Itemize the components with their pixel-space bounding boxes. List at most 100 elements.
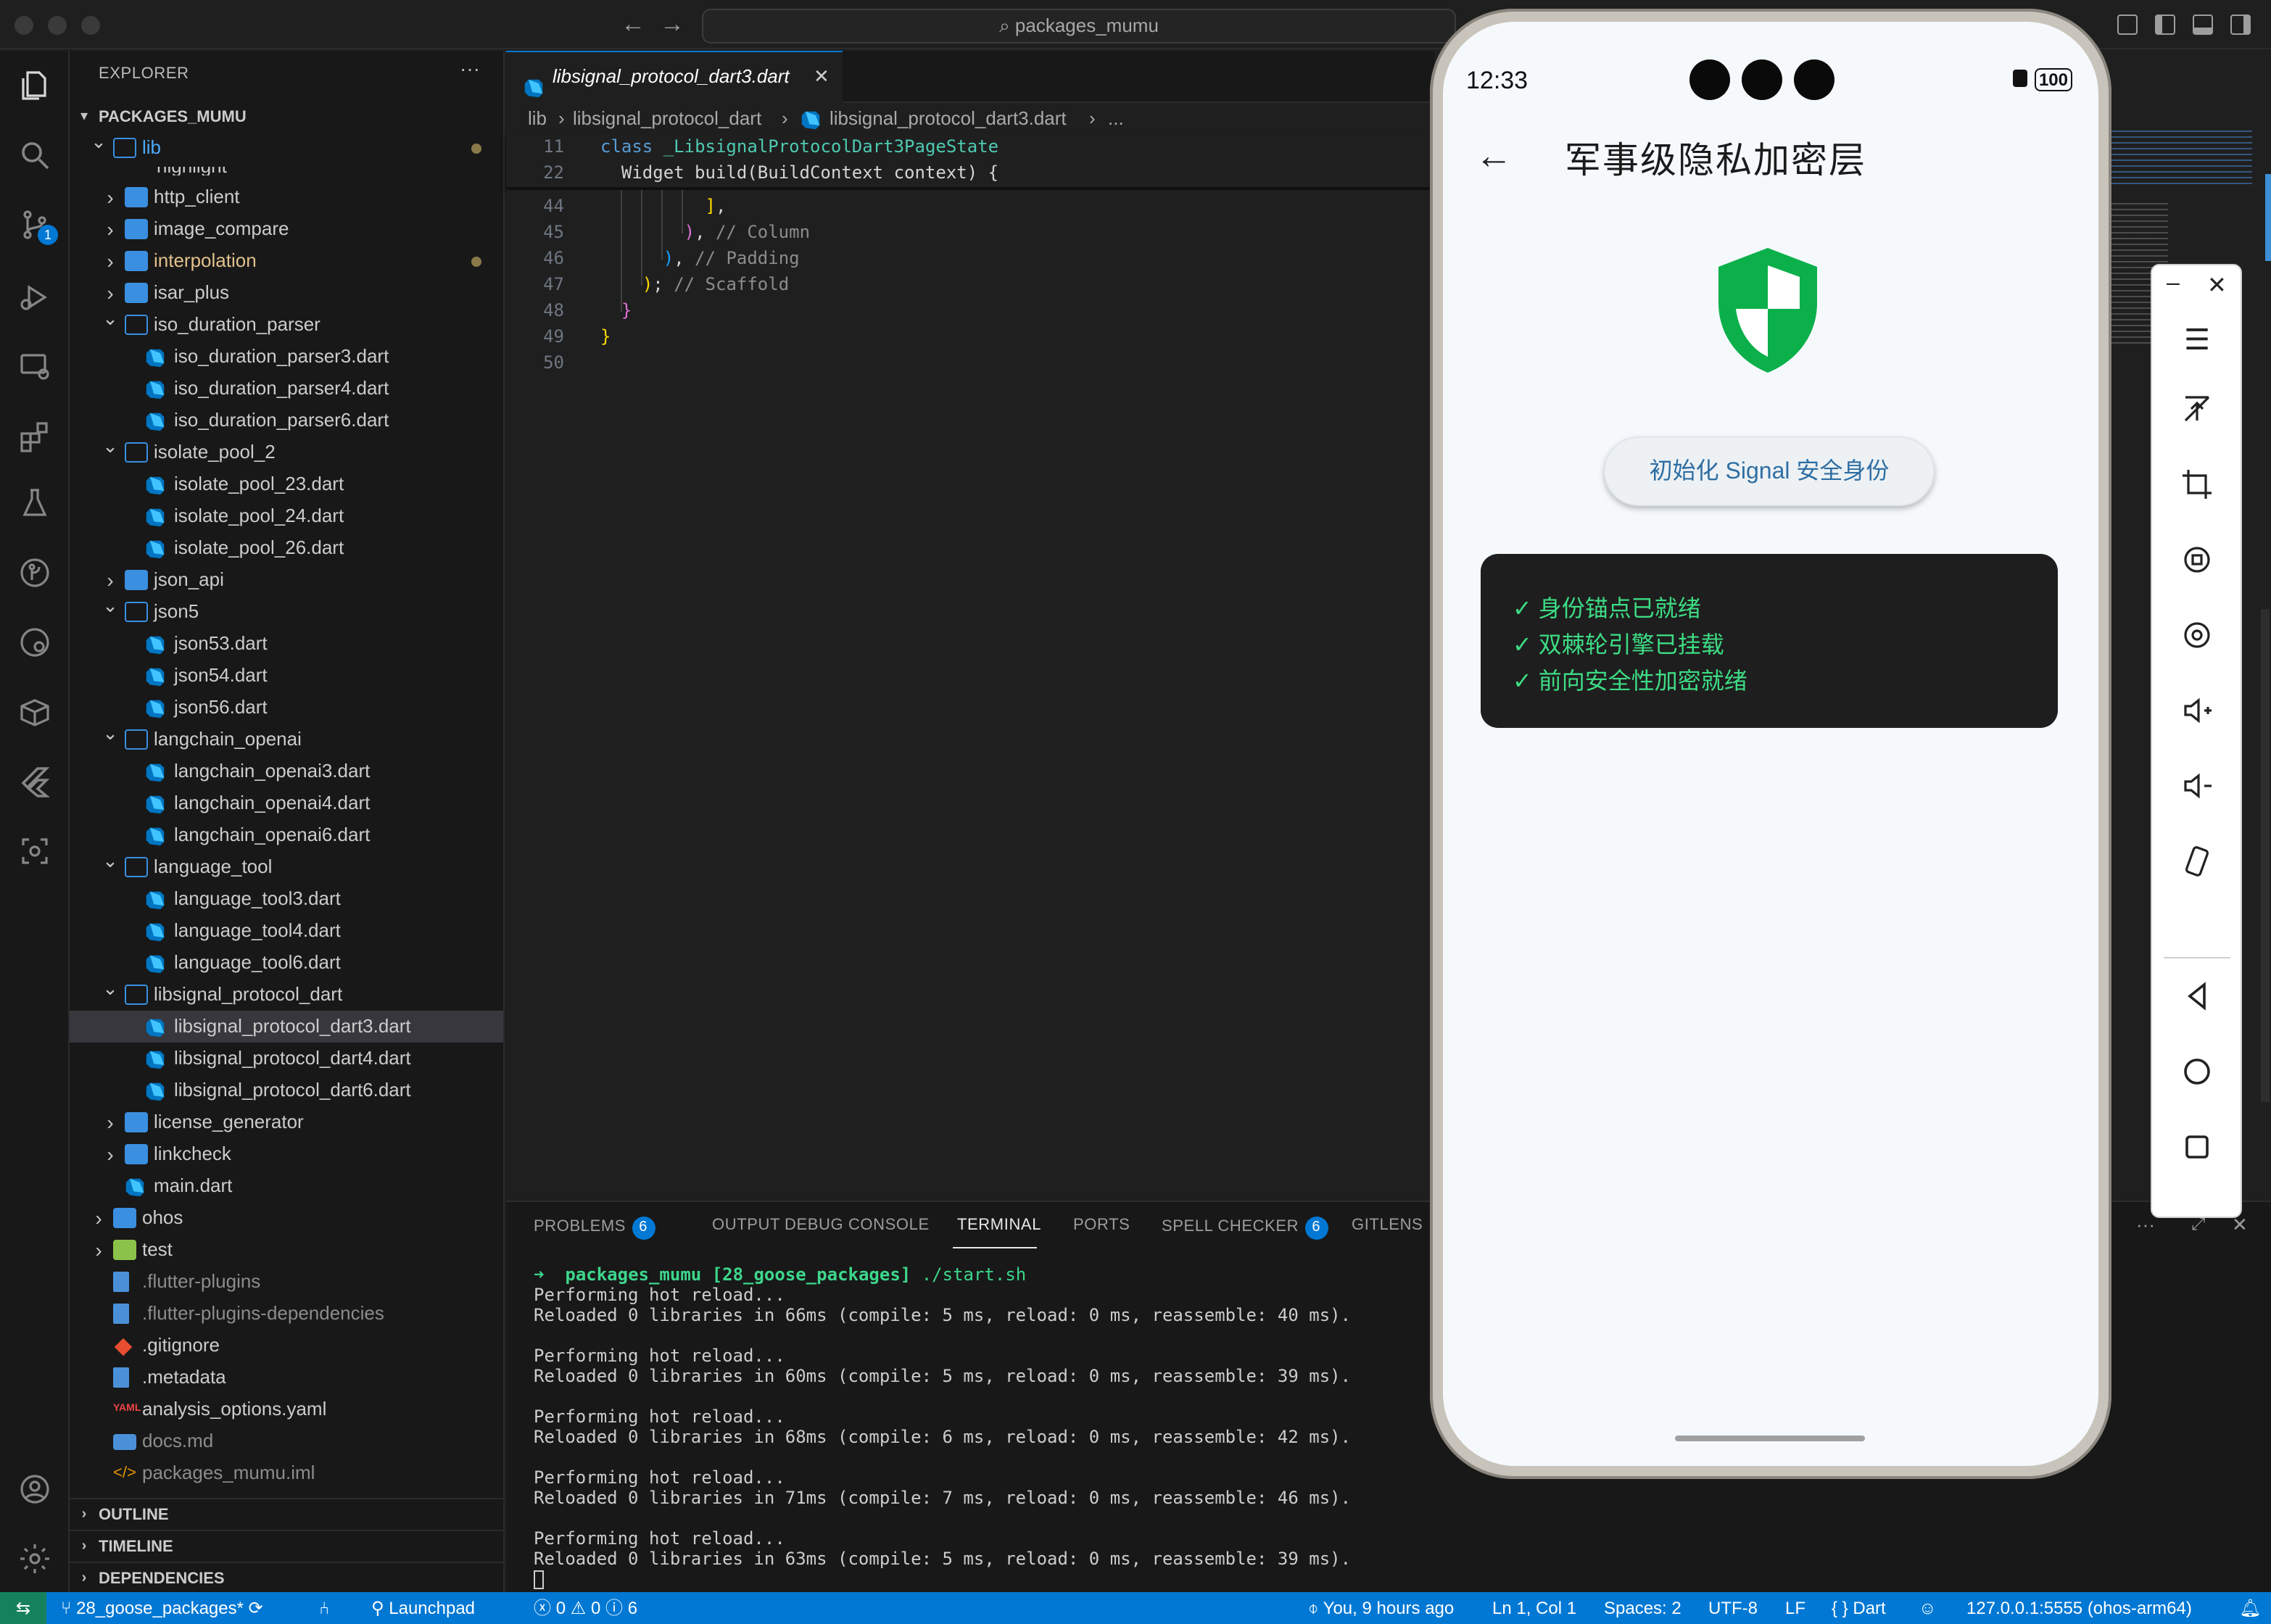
panel-tab-problems[interactable]: PROBLEMS 6 bbox=[534, 1217, 655, 1240]
menu-icon[interactable]: ☰ bbox=[2177, 320, 2217, 361]
panel-tab-spell-checker[interactable]: SPELL CHECKER 6 bbox=[1162, 1217, 1328, 1240]
blame-status[interactable]: ⌽ You, 9 hours ago bbox=[1308, 1592, 1454, 1624]
folder-item[interactable]: › ohos bbox=[70, 1202, 503, 1234]
file-item[interactable]: libsignal_protocol_dart4.dart bbox=[70, 1043, 503, 1074]
launchpad-status[interactable]: ⚲ Launchpad bbox=[371, 1592, 475, 1624]
file-item[interactable]: json56.dart bbox=[70, 692, 503, 724]
workspace-root[interactable]: ▾ PACKAGES_MUMU bbox=[70, 103, 503, 132]
file-item[interactable]: docs.md bbox=[70, 1425, 503, 1457]
search-icon[interactable] bbox=[17, 138, 52, 173]
nav-home-icon[interactable] bbox=[2177, 1051, 2217, 1092]
crop-screenshot-icon[interactable] bbox=[2177, 464, 2217, 505]
file-item[interactable]: libsignal_protocol_dart6.dart bbox=[70, 1074, 503, 1106]
close-tab-icon[interactable]: ✕ bbox=[814, 52, 830, 102]
nav-recents-icon[interactable] bbox=[2177, 1127, 2217, 1167]
toggle-panel-icon[interactable] bbox=[2193, 14, 2213, 35]
layout-icon[interactable] bbox=[2117, 14, 2138, 35]
folder-item[interactable]: › linkcheck bbox=[70, 1138, 503, 1170]
breadcrumb-folder[interactable]: libsignal_protocol_dart bbox=[573, 103, 761, 135]
folder-item[interactable]: ⌄ json5 bbox=[70, 594, 503, 628]
home-indicator[interactable] bbox=[1675, 1436, 1865, 1441]
file-item[interactable]: json54.dart bbox=[70, 660, 503, 692]
file-item[interactable]: langchain_openai4.dart bbox=[70, 787, 503, 819]
file-item[interactable]: .gitignore bbox=[70, 1330, 503, 1362]
panel-tab-terminal[interactable]: TERMINAL bbox=[957, 1217, 1041, 1234]
folder-item[interactable]: ⌄ iso_duration_parser bbox=[70, 307, 503, 341]
panel-tab-output[interactable]: OUTPUT bbox=[712, 1217, 780, 1234]
remote-indicator-icon[interactable]: ⇆ bbox=[0, 1592, 46, 1624]
folder-item[interactable]: › test bbox=[70, 1234, 503, 1266]
encoding-status[interactable]: UTF-8 bbox=[1708, 1592, 1758, 1624]
folder-item[interactable]: ⌄ libsignal_protocol_dart bbox=[70, 977, 503, 1011]
toggle-sidebar-icon[interactable] bbox=[2155, 14, 2175, 35]
sticky-scroll[interactable]: 11 class _LibsignalProtocolDart3PageStat… bbox=[506, 133, 1434, 188]
file-item[interactable]: json53.dart bbox=[70, 628, 503, 660]
git-graph-icon[interactable] bbox=[17, 625, 52, 660]
command-center-search[interactable]: ⌕ packages_mumu bbox=[702, 9, 1456, 44]
file-item[interactable]: langchain_openai3.dart bbox=[70, 755, 503, 787]
nav-back-icon[interactable] bbox=[2177, 976, 2217, 1016]
file-item[interactable]: iso_duration_parser4.dart bbox=[70, 373, 503, 405]
file-item[interactable]: isolate_pool_23.dart bbox=[70, 468, 503, 500]
folder-item[interactable]: › json_api bbox=[70, 564, 503, 596]
inspector-icon[interactable] bbox=[17, 834, 52, 869]
extensions-icon[interactable] bbox=[17, 419, 52, 454]
rotate-left-icon[interactable] bbox=[2177, 539, 2217, 580]
panel-tab-gitlens[interactable]: GITLENS bbox=[1352, 1217, 1423, 1234]
file-item[interactable]: isolate_pool_26.dart bbox=[70, 532, 503, 564]
breadcrumb-symbol[interactable]: ... bbox=[1108, 103, 1124, 135]
back-arrow-icon[interactable]: ← bbox=[1475, 133, 1513, 178]
indentation-status[interactable]: Spaces: 2 bbox=[1604, 1592, 1681, 1624]
explorer-icon[interactable] bbox=[17, 68, 52, 103]
remote-explorer-icon[interactable] bbox=[17, 349, 52, 384]
panel-tab-debug-console[interactable]: DEBUG CONSOLE bbox=[785, 1217, 930, 1234]
outline-section[interactable]: › OUTLINE bbox=[70, 1498, 503, 1530]
device-status[interactable]: 127.0.0.1:5555 (ohos-arm64) bbox=[1966, 1592, 2192, 1624]
gitlens-icon[interactable] bbox=[17, 555, 52, 590]
rotate-device-icon[interactable] bbox=[2177, 841, 2217, 882]
minimize-window-button[interactable] bbox=[48, 16, 67, 35]
editor-tab[interactable]: libsignal_protocol_dart3.dart ✕ bbox=[506, 51, 843, 103]
run-debug-icon[interactable] bbox=[17, 280, 52, 315]
file-item[interactable]: language_tool4.dart bbox=[70, 915, 503, 947]
file-item[interactable]: main.dart bbox=[70, 1170, 503, 1202]
init-signal-identity-button[interactable]: 初始化 Signal 安全身份 bbox=[1604, 436, 1935, 506]
terminal-output[interactable]: ➜ packages_mumu [28_goose_packages] ./st… bbox=[534, 1264, 1351, 1589]
git-graph-status-icon[interactable]: ⑃ bbox=[319, 1592, 329, 1624]
testing-icon[interactable] bbox=[17, 486, 52, 521]
file-item[interactable]: isolate_pool_24.dart bbox=[70, 500, 503, 532]
minimize-emulator-icon[interactable]: – bbox=[2167, 271, 2180, 297]
panel-more-icon[interactable]: ··· bbox=[2136, 1214, 2155, 1235]
folder-item[interactable]: › image_compare bbox=[70, 213, 503, 245]
file-item[interactable]: iso_duration_parser3.dart bbox=[70, 341, 503, 373]
back-arrow-icon[interactable]: ← bbox=[621, 10, 645, 39]
file-item[interactable]: YAML analysis_options.yaml bbox=[70, 1393, 503, 1425]
copilot-icon[interactable]: ☺ bbox=[1919, 1592, 1937, 1624]
dependencies-section[interactable]: › DEPENDENCIES bbox=[70, 1562, 503, 1592]
close-window-button[interactable] bbox=[15, 16, 33, 35]
toggle-secondary-sidebar-icon[interactable] bbox=[2230, 14, 2251, 35]
file-item[interactable]: .metadata bbox=[70, 1362, 503, 1393]
file-item[interactable]: iso_duration_parser6.dart bbox=[70, 405, 503, 436]
file-item[interactable]: .flutter-plugins-dependencies bbox=[70, 1298, 503, 1330]
folder-item[interactable]: ⌄ langchain_openai bbox=[70, 722, 503, 755]
volume-up-icon[interactable] bbox=[2177, 690, 2217, 731]
folder-item[interactable]: › isar_plus bbox=[70, 277, 503, 309]
code-editor[interactable]: 44 ], 45 ), // Column 46 ), // Padding 47 )… bbox=[506, 190, 1434, 1201]
folder-item[interactable]: ⌄ language_tool bbox=[70, 850, 503, 883]
flutter-icon[interactable] bbox=[17, 764, 52, 799]
more-actions-icon[interactable]: ··· bbox=[460, 57, 480, 80]
problems-status[interactable]: ⓧ 0 ⚠ 0 ⓘ 6 bbox=[534, 1592, 637, 1624]
timeline-section[interactable]: › TIMELINE bbox=[70, 1530, 503, 1562]
file-item[interactable]: </> packages_mumu.iml bbox=[70, 1457, 503, 1489]
volume-down-icon[interactable] bbox=[2177, 766, 2217, 806]
source-control-icon[interactable]: 1 bbox=[17, 207, 58, 245]
maximize-window-button[interactable] bbox=[81, 16, 100, 35]
breadcrumb-lib[interactable]: lib bbox=[528, 103, 547, 135]
file-item[interactable]: language_tool3.dart bbox=[70, 883, 503, 915]
folder-item[interactable]: › license_generator bbox=[70, 1106, 503, 1138]
account-icon[interactable] bbox=[17, 1472, 52, 1507]
folder-item[interactable]: › interpolation bbox=[70, 245, 503, 277]
folder-item[interactable]: › http_client bbox=[70, 181, 503, 213]
file-item[interactable]: .flutter-plugins bbox=[70, 1266, 503, 1298]
